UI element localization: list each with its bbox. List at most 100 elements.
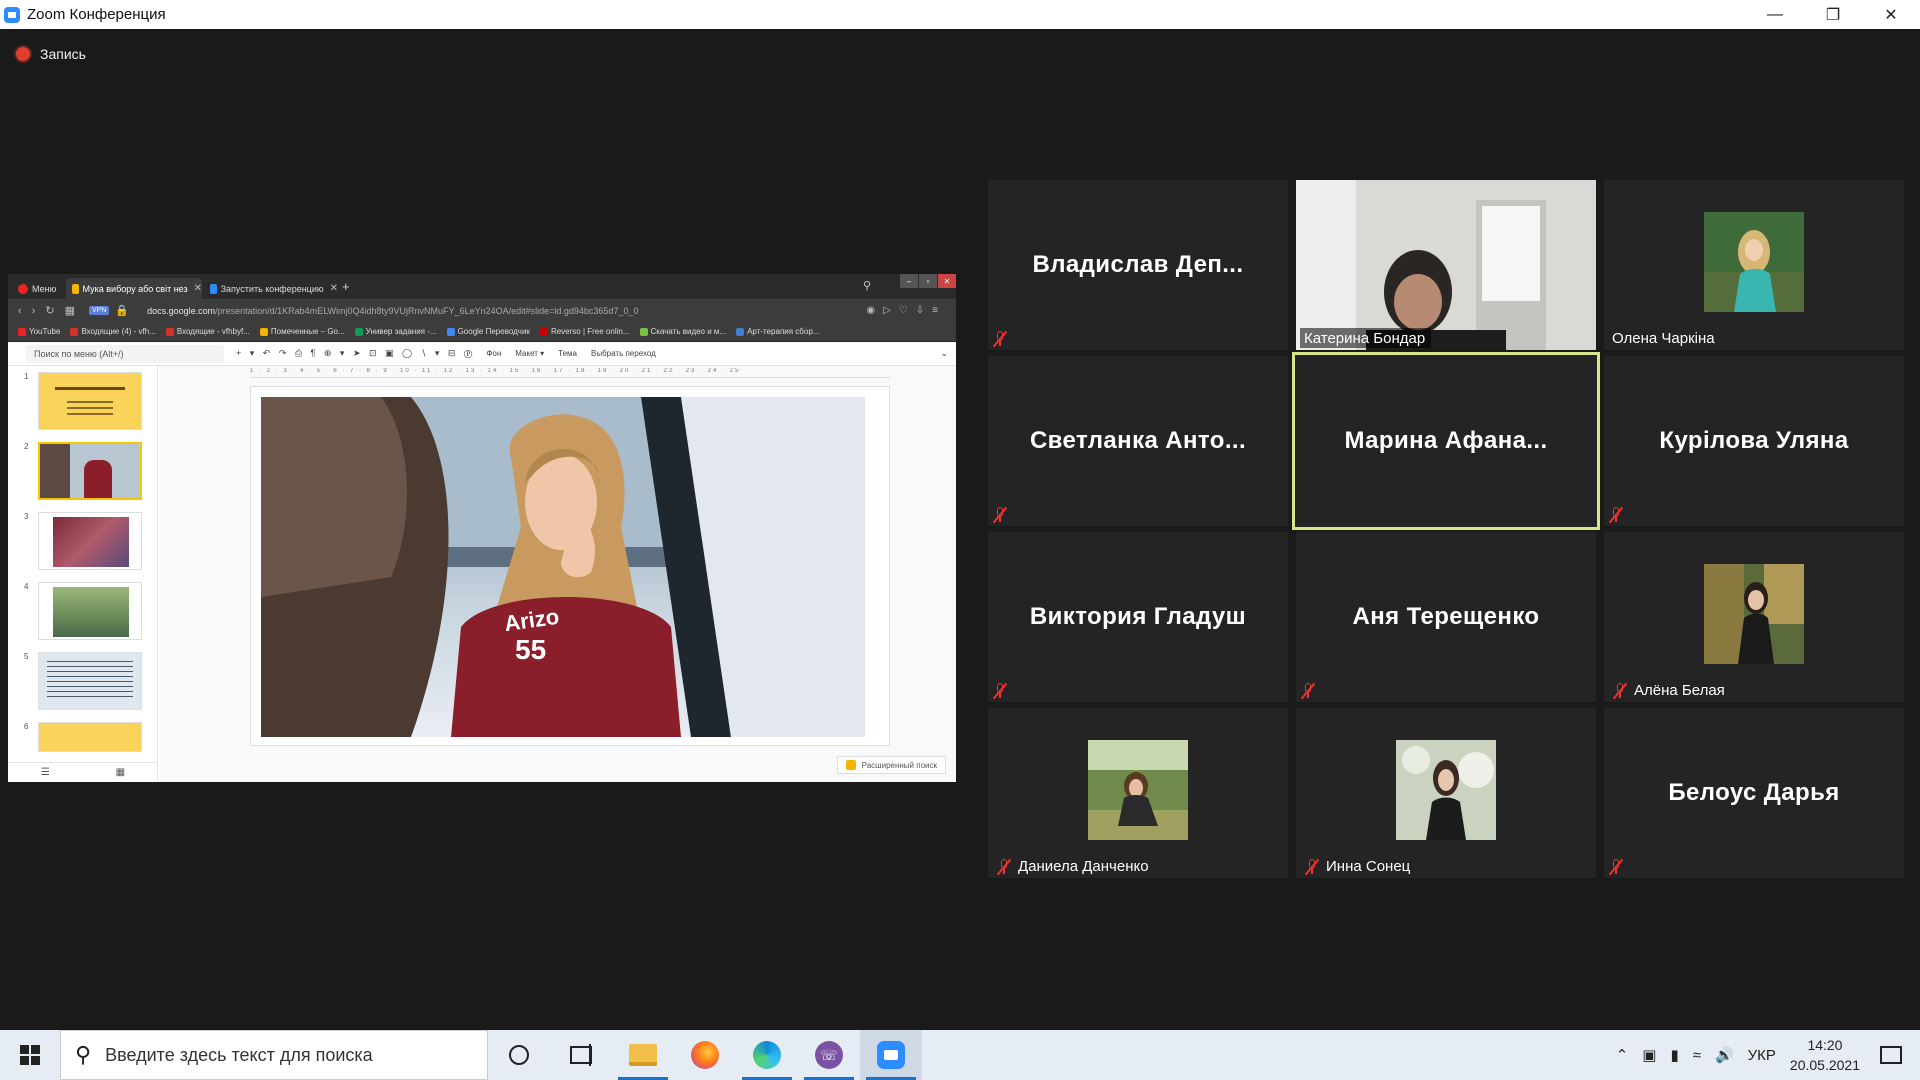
minimize-button[interactable]: — xyxy=(1746,0,1804,29)
participant-tile[interactable]: Олена Чаркіна xyxy=(1604,180,1904,350)
shared-screen[interactable]: Меню Мука вибору або світ нез ✕ Запустит… xyxy=(8,274,956,782)
participant-tile[interactable]: Виктория Гладуш xyxy=(988,532,1288,702)
slide-thumbnail-5[interactable] xyxy=(38,652,142,710)
chevron-up-icon[interactable]: ⌃ xyxy=(1616,1046,1629,1064)
cortana-button[interactable] xyxy=(488,1030,550,1080)
list-view-icon[interactable]: ☰ xyxy=(41,767,50,778)
menu-search-input[interactable]: Поиск по меню (Alt+/) xyxy=(26,344,224,363)
restore-button[interactable]: ❐ xyxy=(1804,0,1862,29)
browser-restore-icon[interactable]: ▫ xyxy=(919,274,937,288)
close-tab-icon[interactable]: ✕ xyxy=(194,283,202,294)
toolbar-background[interactable]: Фон xyxy=(486,349,501,358)
url-domain: docs.google.com xyxy=(147,305,216,316)
current-slide[interactable]: Arizo 55 xyxy=(250,386,890,746)
grid-view-icon[interactable]: ▦ xyxy=(116,767,125,778)
battery-icon[interactable]: ▮ xyxy=(1670,1046,1678,1064)
muted-mic-icon xyxy=(996,858,1012,875)
zoom-taskbar-button[interactable] xyxy=(860,1030,922,1080)
muted-mic-icon xyxy=(1612,682,1628,699)
browser-menu-label: Меню xyxy=(32,283,57,294)
reload-icon[interactable]: ↻ xyxy=(45,304,54,317)
explore-button[interactable]: Расширенный поиск xyxy=(836,756,946,774)
participant-tile[interactable]: Курілова Уляна xyxy=(1604,356,1904,526)
window-title: Zoom Конференция xyxy=(27,6,166,23)
bookmark-item[interactable]: YouTube xyxy=(18,327,60,336)
slide-thumbnail-6[interactable] xyxy=(38,722,142,752)
bookmark-item[interactable]: Скачать видео и м... xyxy=(639,327,726,336)
firefox-button[interactable] xyxy=(674,1030,736,1080)
bookmark-favicon-icon xyxy=(736,327,745,336)
volume-icon[interactable]: 🔊 xyxy=(1715,1046,1734,1064)
slide-photo[interactable]: Arizo 55 xyxy=(261,397,865,737)
participant-tile[interactable]: Инна Сонец xyxy=(1296,708,1596,878)
browser-close-icon[interactable]: ✕ xyxy=(938,274,956,288)
participant-tile[interactable]: Владислав Деп... xyxy=(988,180,1288,350)
taskbar-search-box[interactable]: ⚲ Введите здесь текст для поиска xyxy=(60,1030,488,1080)
participant-tile[interactable]: Алёна Белая xyxy=(1604,532,1904,702)
muted-mic-icon xyxy=(1608,858,1624,876)
toolbar-theme[interactable]: Тема xyxy=(558,349,577,358)
browser-minimize-icon[interactable]: – xyxy=(900,274,918,288)
participant-label: Алёна Белая xyxy=(1608,680,1731,700)
task-view-button[interactable] xyxy=(550,1030,612,1080)
slides-favicon-icon xyxy=(72,283,79,294)
bookmark-item[interactable]: Входящие - vfhbyf... xyxy=(165,327,250,336)
thumb-text-line xyxy=(67,401,113,403)
start-button[interactable] xyxy=(0,1030,60,1080)
bookmark-item[interactable]: Универ задания -... xyxy=(354,327,437,336)
language-indicator[interactable]: УКР xyxy=(1748,1047,1776,1064)
participant-tile[interactable]: Светланка Анто... xyxy=(988,356,1288,526)
task-view-icon xyxy=(570,1044,592,1066)
browser-tab-slides[interactable]: Мука вибору або світ нез ✕ xyxy=(66,278,202,299)
participant-name: Владислав Деп... xyxy=(1032,251,1244,278)
slide-thumbnail-3[interactable] xyxy=(38,512,142,570)
speed-dial-icon[interactable]: ▦ xyxy=(65,304,75,317)
taskbar-clock[interactable]: 14:20 20.05.2021 xyxy=(1790,1035,1860,1075)
participant-tile[interactable]: Даниела Данченко xyxy=(988,708,1288,878)
slide-thumbnail-4[interactable] xyxy=(38,582,142,640)
forward-icon[interactable]: › xyxy=(32,305,36,317)
toolbar-transition[interactable]: Выбрать переход xyxy=(591,349,656,358)
wifi-icon[interactable]: ≈ xyxy=(1693,1047,1701,1064)
back-icon[interactable]: ‹ xyxy=(18,305,22,317)
edge-button[interactable] xyxy=(736,1030,798,1080)
muted-mic-icon xyxy=(1300,682,1316,700)
bookmark-item[interactable]: Google Переводчик xyxy=(446,327,530,336)
thumb-text-block xyxy=(47,661,133,701)
close-button[interactable]: ✕ xyxy=(1862,0,1920,29)
participant-tile-video[interactable]: Катерина Бондар xyxy=(1296,180,1596,350)
browser-menu-button[interactable]: Меню xyxy=(12,278,64,299)
bookmark-label: Google Переводчик xyxy=(457,327,530,336)
viber-button[interactable]: ☏ xyxy=(798,1030,860,1080)
filmstrip-view-toggle: ☰ ▦ xyxy=(8,762,158,782)
zoom-app-icon xyxy=(4,6,20,23)
browser-tools-icons[interactable]: ◉▷♡⇩≡ xyxy=(866,305,946,316)
browser-search-icon[interactable]: ⚲ xyxy=(863,279,871,292)
url-field[interactable]: docs.google.com/presentation/d/1KRab4mEL… xyxy=(147,306,638,316)
bookmark-label: Входящие - vfhbyf... xyxy=(176,327,250,336)
participant-tile[interactable]: Белоус Дарья xyxy=(1604,708,1904,878)
edit-tools-icons[interactable]: + ▾ ↶ ↷ ⎙ ¶ ⊕ ▾ ➤ ⊡ ▣ ◯ ∖ ▾ ⊟ Ⓟ xyxy=(236,348,472,359)
slide-thumbnail-2[interactable] xyxy=(38,442,142,500)
active-speaker-tile[interactable]: Марина Афана... xyxy=(1292,352,1600,530)
slide-thumbnail-1[interactable] xyxy=(38,372,142,430)
browser-tab-zoom[interactable]: Запустить конференцию ✕ xyxy=(204,278,338,299)
notifications-icon[interactable] xyxy=(1880,1046,1902,1064)
bookmark-item[interactable]: Входящие (4) - vfh... xyxy=(70,327,156,336)
participant-name: Аня Терещенко xyxy=(1352,603,1540,630)
window-controls: — ❐ ✕ xyxy=(1746,0,1920,29)
chevron-down-icon[interactable]: ⌄ xyxy=(940,348,948,359)
windows-taskbar: ⚲ Введите здесь текст для поиска ☏ ⌃ ▣ ▮… xyxy=(0,1030,1920,1080)
participant-tile[interactable]: Аня Терещенко xyxy=(1296,532,1596,702)
new-tab-icon[interactable]: + xyxy=(342,279,350,294)
bookmark-item[interactable]: Арт-терапия сбор... xyxy=(736,327,819,336)
file-explorer-button[interactable] xyxy=(612,1030,674,1080)
vpn-badge[interactable]: VPN xyxy=(88,306,110,315)
meet-now-icon[interactable]: ▣ xyxy=(1642,1046,1656,1064)
bookmark-item[interactable]: Reverso | Free onlin... xyxy=(539,327,630,336)
close-tab-icon[interactable]: ✕ xyxy=(330,283,338,294)
toolbar-layout[interactable]: Макет ▾ xyxy=(515,349,544,358)
recording-indicator[interactable]: Запись xyxy=(16,46,86,62)
bookmark-item[interactable]: Помеченные – Go... xyxy=(259,327,345,336)
profile-photo-image xyxy=(1704,564,1804,664)
